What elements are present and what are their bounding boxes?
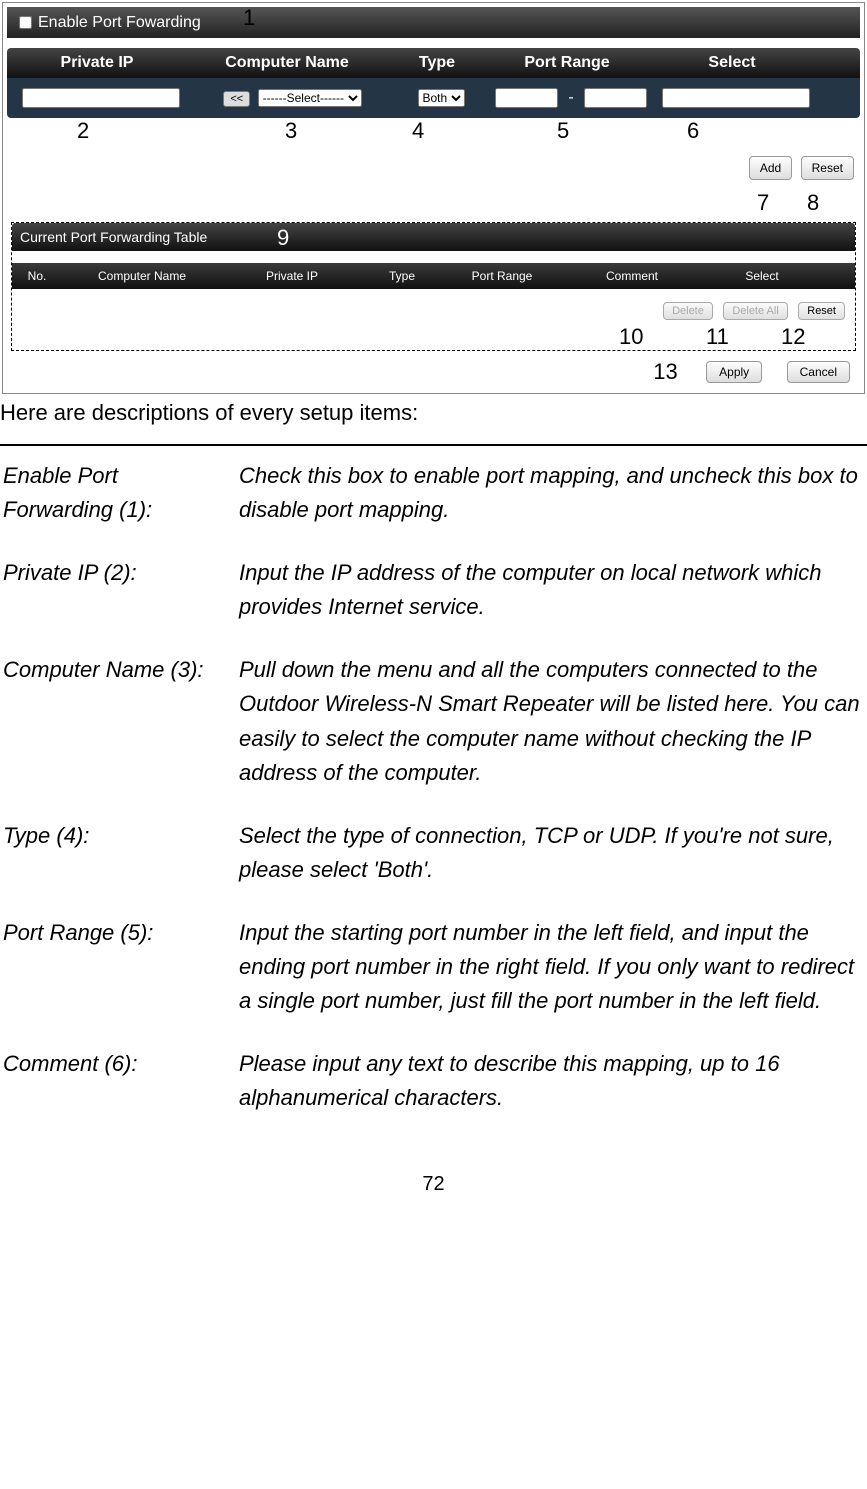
callout-9: 9 bbox=[277, 225, 289, 251]
form-header-bar: Private IP Computer Name Type Port Range… bbox=[7, 48, 860, 78]
port-end-input[interactable] bbox=[584, 88, 647, 108]
header-type: Type bbox=[387, 54, 487, 72]
form-callout-row: 2 3 4 5 6 bbox=[7, 118, 860, 146]
reset-button-table[interactable]: Reset bbox=[798, 302, 845, 320]
descriptions-table: Enable Port Forwarding (1): Check this b… bbox=[0, 456, 867, 1143]
desc-term: Port Range (5): bbox=[2, 915, 236, 1044]
port-start-input[interactable] bbox=[495, 88, 558, 108]
desc-term: Computer Name (3): bbox=[2, 652, 236, 815]
desc-text-cell: Input the IP address of the computer on … bbox=[238, 555, 865, 650]
callout-4: 4 bbox=[412, 118, 424, 144]
header-private-ip: Private IP bbox=[7, 54, 187, 72]
apply-button[interactable]: Apply bbox=[706, 361, 762, 383]
callout-2: 2 bbox=[77, 118, 89, 144]
callout-10: 10 bbox=[619, 324, 643, 350]
desc-text-cell: Please input any text to describe this m… bbox=[238, 1046, 865, 1141]
callout-8: 8 bbox=[807, 190, 819, 216]
desc-row: Type (4): Select the type of connection,… bbox=[2, 818, 865, 913]
desc-row: Comment (6): Please input any text to de… bbox=[2, 1046, 865, 1141]
th-no: No. bbox=[12, 269, 62, 283]
desc-text-cell: Pull down the menu and all the computers… bbox=[238, 652, 865, 815]
desc-text-cell: Input the starting port number in the le… bbox=[238, 915, 865, 1044]
desc-row: Private IP (2): Input the IP address of … bbox=[2, 555, 865, 650]
desc-row: Computer Name (3): Pull down the menu an… bbox=[2, 652, 865, 815]
desc-term: Type (4): bbox=[2, 818, 236, 913]
enable-port-forwarding-row: Enable Port Fowarding bbox=[7, 7, 860, 38]
header-select: Select bbox=[647, 54, 817, 72]
desc-text-cell: Select the type of connection, TCP or UD… bbox=[238, 818, 865, 913]
enable-checkbox[interactable] bbox=[19, 16, 32, 29]
callout-12: 12 bbox=[781, 324, 805, 350]
callout-3: 3 bbox=[285, 118, 297, 144]
callout-1: 1 bbox=[243, 5, 255, 31]
port-forwarding-panel: Enable Port Fowarding 1 Private IP Compu… bbox=[2, 2, 865, 394]
callout-13: 13 bbox=[653, 359, 677, 385]
desc-term: Enable Port Forwarding (1): bbox=[2, 458, 236, 553]
add-reset-row: Add Reset bbox=[7, 146, 860, 190]
type-select[interactable]: Both bbox=[418, 89, 465, 107]
th-select: Select bbox=[702, 269, 822, 283]
form-input-row: << ------Select------ Both - bbox=[7, 78, 860, 118]
callout-7: 7 bbox=[757, 190, 769, 216]
computer-name-select[interactable]: ------Select------ bbox=[258, 89, 362, 107]
table-title-bar: Current Port Forwarding Table 9 bbox=[12, 223, 855, 251]
th-name: Computer Name bbox=[62, 269, 222, 283]
callout-5: 5 bbox=[557, 118, 569, 144]
desc-term: Private IP (2): bbox=[2, 555, 236, 650]
add-button[interactable]: Add bbox=[749, 156, 792, 180]
port-dash: - bbox=[568, 89, 573, 106]
current-table-frame: Current Port Forwarding Table 9 No. Comp… bbox=[11, 222, 856, 351]
enable-label: Enable Port Fowarding bbox=[38, 14, 201, 32]
desc-row: Port Range (5): Input the starting port … bbox=[2, 915, 865, 1044]
table-callout-row: 10 11 12 bbox=[12, 324, 855, 350]
delete-button[interactable]: Delete bbox=[663, 302, 713, 320]
fill-ip-button[interactable]: << bbox=[223, 91, 250, 107]
desc-row: Enable Port Forwarding (1): Check this b… bbox=[2, 458, 865, 553]
header-port-range: Port Range bbox=[487, 54, 647, 72]
page-number: 72 bbox=[0, 1143, 867, 1216]
hr-line bbox=[0, 444, 867, 446]
cancel-button[interactable]: Cancel bbox=[787, 361, 850, 383]
comment-input[interactable] bbox=[662, 88, 810, 108]
add-reset-callout-row: 7 8 bbox=[7, 190, 860, 218]
delete-all-button[interactable]: Delete All bbox=[723, 302, 787, 320]
private-ip-input[interactable] bbox=[22, 88, 180, 108]
callout-11: 11 bbox=[706, 324, 729, 350]
apply-cancel-row: 13 Apply Cancel bbox=[7, 355, 860, 389]
reset-button-top[interactable]: Reset bbox=[801, 156, 854, 180]
th-ip: Private IP bbox=[222, 269, 362, 283]
description-intro: Here are descriptions of every setup ite… bbox=[0, 396, 867, 426]
th-type: Type bbox=[362, 269, 442, 283]
header-computer-name: Computer Name bbox=[187, 54, 387, 72]
table-title: Current Port Forwarding Table bbox=[20, 229, 207, 245]
desc-term: Comment (6): bbox=[2, 1046, 236, 1141]
desc-text-cell: Check this box to enable port mapping, a… bbox=[238, 458, 865, 553]
table-header-row: No. Computer Name Private IP Type Port R… bbox=[12, 263, 855, 289]
th-comment: Comment bbox=[562, 269, 702, 283]
table-buttons-row: Delete Delete All Reset bbox=[12, 289, 855, 324]
callout-6: 6 bbox=[687, 118, 699, 144]
th-range: Port Range bbox=[442, 269, 562, 283]
